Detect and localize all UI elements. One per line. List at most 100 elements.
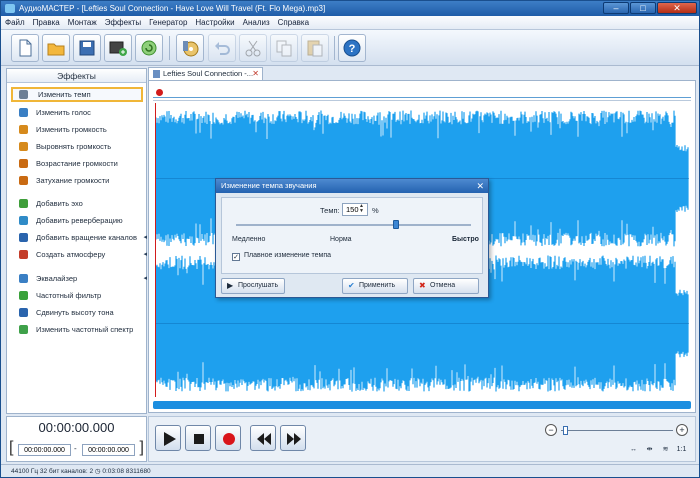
apply-button[interactable]: ✔ Применить xyxy=(342,278,408,294)
effect-item[interactable]: Добавить вращение каналов ◂ xyxy=(11,230,147,245)
tempo-dialog: Изменение темпа звучания ✕ Темп: ▲▼ % Ме… xyxy=(215,178,489,298)
menu-help[interactable]: Справка xyxy=(274,16,313,30)
fade-in-icon xyxy=(19,159,28,168)
app-icon xyxy=(5,4,15,13)
effect-item[interactable]: Затухание громкости xyxy=(11,173,143,188)
effect-item[interactable]: Добавить реверберацию xyxy=(11,213,143,228)
tab-file[interactable]: Lefties Soul Connection -... ✕ xyxy=(148,67,263,80)
listen-button[interactable]: ▶ Прослушать xyxy=(221,278,285,294)
dialog-close-icon[interactable]: ✕ xyxy=(476,179,484,193)
atmosphere-icon xyxy=(19,250,28,259)
minimize-button[interactable]: – xyxy=(603,2,629,14)
menu-settings[interactable]: Настройки xyxy=(191,16,238,30)
cut-icon[interactable] xyxy=(239,34,267,62)
menu-edit[interactable]: Правка xyxy=(29,16,64,30)
save-icon[interactable] xyxy=(73,34,101,62)
expand-arrow-icon[interactable]: ◂ xyxy=(143,247,147,262)
open-folder-icon[interactable] xyxy=(42,34,70,62)
effect-item-label: Эквалайзер xyxy=(36,274,78,283)
menu-file[interactable]: Файл xyxy=(1,16,29,30)
tab-label: Lefties Soul Connection -... xyxy=(163,69,254,78)
effect-item-label: Частотный фильтр xyxy=(36,291,102,300)
listen-button-label: Прослушать xyxy=(238,282,279,289)
status-bar: 44100 Гц 32 бит каналов: 2 ◷ 0:03:08 831… xyxy=(1,464,699,477)
effect-item[interactable]: Возрастание громкости xyxy=(11,156,143,171)
selection-start-field[interactable] xyxy=(18,444,71,456)
tab-close-icon[interactable]: ✕ xyxy=(252,68,259,80)
tempo-slider-thumb[interactable] xyxy=(392,220,399,229)
timeline-ruler[interactable] xyxy=(153,87,691,101)
record-icon[interactable] xyxy=(135,34,163,62)
effect-item[interactable]: Частотный фильтр xyxy=(11,288,143,303)
effect-item[interactable]: Изменить частотный спектр xyxy=(11,322,143,337)
menu-effects[interactable]: Эффекты xyxy=(101,16,145,30)
selection-zoom-icon[interactable]: ⇹ xyxy=(643,444,656,456)
expand-arrow-icon[interactable]: ◂ xyxy=(143,271,147,286)
tempo-icon xyxy=(19,90,28,99)
effect-item-label: Изменить темп xyxy=(38,90,91,99)
effect-item-label: Сдвинуть высоту тона xyxy=(36,308,114,317)
effect-item[interactable]: Выровнять громкость xyxy=(11,139,143,154)
tempo-spinner[interactable]: ▲ ▼ xyxy=(359,204,364,214)
effect-item[interactable]: Создать атмосферу ◂ xyxy=(11,247,147,262)
fast-label: Быстро xyxy=(452,236,479,243)
transport-bar: − + ↔ ⇹ ≋ 1:1 xyxy=(148,416,696,462)
selection-end-field[interactable] xyxy=(82,444,135,456)
smooth-tempo-checkbox[interactable]: ✓ xyxy=(232,253,240,261)
menu-analysis[interactable]: Анализ xyxy=(239,16,274,30)
effect-item-label: Возрастание громкости xyxy=(36,159,118,168)
actual-size-icon[interactable]: 1:1 xyxy=(675,444,688,456)
copy-icon[interactable] xyxy=(270,34,298,62)
new-file-icon[interactable] xyxy=(11,34,39,62)
smooth-tempo-label: Плавное изменение темпа xyxy=(244,252,332,259)
play-icon: ▶ xyxy=(227,281,234,290)
fit-width-icon[interactable]: ↔ xyxy=(627,444,640,456)
bracket-left: [ xyxy=(9,439,14,456)
effect-item-label: Изменить голос xyxy=(36,108,91,117)
effect-item[interactable]: Сдвинуть высоту тона xyxy=(11,305,143,320)
paste-icon[interactable] xyxy=(301,34,329,62)
rotate-icon xyxy=(19,233,28,242)
stop-button[interactable] xyxy=(185,425,211,451)
forward-button[interactable] xyxy=(280,425,306,451)
menu-montage[interactable]: Монтаж xyxy=(64,16,101,30)
apply-button-label: Применить xyxy=(359,282,396,289)
effect-item[interactable]: Эквалайзер ◂ xyxy=(11,271,147,286)
window-title: АудиоМАСТЕР - [Lefties Soul Connection -… xyxy=(19,4,326,13)
zoom-out-button[interactable]: − xyxy=(545,424,557,436)
cd-icon[interactable] xyxy=(176,34,204,62)
title-bar: АудиоМАСТЕР - [Lefties Soul Connection -… xyxy=(1,1,699,16)
undo-icon[interactable] xyxy=(208,34,236,62)
effect-item[interactable]: Изменить громкость xyxy=(11,122,143,137)
status-text: 44100 Гц 32 бит каналов: 2 ◷ 0:03:08 831… xyxy=(11,468,151,475)
playhead-marker[interactable] xyxy=(156,89,163,96)
maximize-button[interactable]: □ xyxy=(630,2,656,14)
effect-item-label: Изменить частотный спектр xyxy=(36,325,134,334)
horizontal-scrollbar[interactable] xyxy=(153,401,691,409)
effects-panel: Эффекты Изменить темп Изменить голос Измен… xyxy=(6,68,147,414)
zoom-slider[interactable] xyxy=(561,430,673,431)
expand-arrow-icon[interactable]: ◂ xyxy=(143,230,147,245)
time-display: 00:00:00.000 [ - ] xyxy=(6,416,147,462)
close-button[interactable]: ✕ xyxy=(657,2,697,14)
audio-file-icon xyxy=(153,70,160,78)
waveform-zoom-icon[interactable]: ≋ xyxy=(659,444,672,456)
app-window: АудиоМАСТЕР - [Lefties Soul Connection -… xyxy=(0,0,700,478)
zoom-slider-thumb[interactable] xyxy=(563,426,568,435)
help-icon[interactable]: ? xyxy=(338,34,366,62)
cancel-button[interactable]: ✖ Отмена xyxy=(413,278,479,294)
add-video-icon[interactable] xyxy=(104,34,132,62)
tempo-input[interactable] xyxy=(342,203,368,216)
effect-item[interactable]: Изменить голос xyxy=(11,105,143,120)
effect-item[interactable]: Добавить эхо xyxy=(11,196,143,211)
volume-icon xyxy=(19,125,28,134)
svg-text:?: ? xyxy=(349,43,356,55)
zoom-in-button[interactable]: + xyxy=(676,424,688,436)
record-button[interactable] xyxy=(215,425,241,451)
check-icon: ✔ xyxy=(348,281,355,290)
rewind-button[interactable] xyxy=(250,425,276,451)
menu-generator[interactable]: Генератор xyxy=(145,16,191,30)
play-button[interactable] xyxy=(155,425,181,451)
effect-item[interactable]: Изменить темп xyxy=(11,87,143,102)
tempo-slider[interactable] xyxy=(236,224,471,226)
